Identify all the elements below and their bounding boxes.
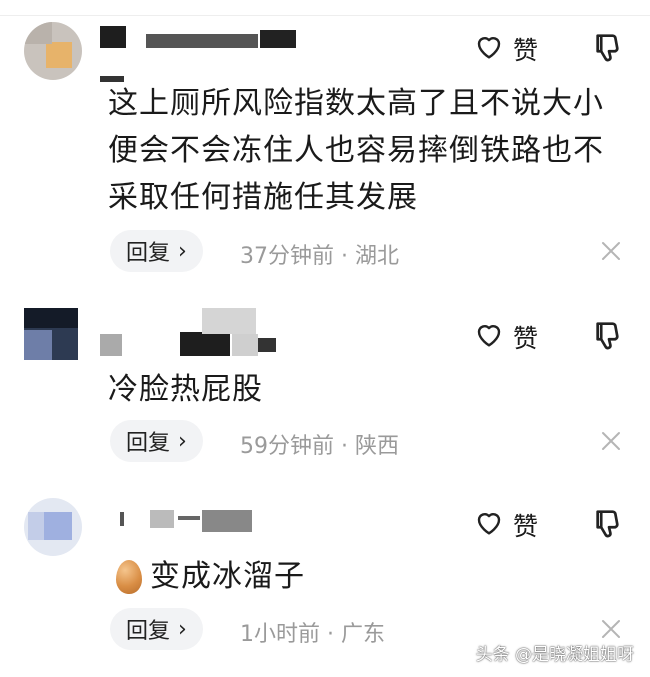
close-icon [600, 242, 622, 266]
heart-outline-icon [473, 318, 505, 356]
comment-text: 变成冰溜子 [150, 559, 305, 594]
timestamp: 59分钟前 [240, 434, 334, 459]
username-blurred[interactable] [110, 506, 270, 536]
chevron-right-icon: › [178, 428, 187, 454]
reply-label: 回复 [126, 241, 171, 266]
meta-separator: · [341, 434, 348, 459]
reply-label: 回复 [126, 619, 171, 644]
chevron-right-icon: › [178, 238, 187, 264]
dismiss-button[interactable] [600, 240, 622, 262]
avatar[interactable] [24, 308, 78, 360]
like-button[interactable]: 赞 [473, 30, 538, 68]
meta-separator: · [341, 244, 348, 269]
timestamp: 1小时前 [240, 622, 320, 647]
location: 广东 [341, 622, 386, 647]
username-blurred[interactable] [100, 26, 300, 82]
comment-item: 赞 这上厕所风险指数太高了且不说大小便会不会冻住人也容易摔倒铁路也不采取任何措施… [0, 0, 650, 290]
dislike-button[interactable] [592, 318, 626, 352]
avatar[interactable] [24, 22, 82, 80]
like-button[interactable]: 赞 [473, 506, 538, 544]
username-blurred[interactable] [100, 308, 290, 360]
like-label: 赞 [512, 36, 538, 65]
dismiss-button[interactable] [600, 618, 622, 640]
comment-text: 这上厕所风险指数太高了且不说大小便会不会冻住人也容易摔倒铁路也不采取任何措施任其… [108, 86, 604, 215]
watermark: 头条 @是晓凝姐姐呀 [475, 645, 634, 665]
like-button[interactable]: 赞 [473, 318, 538, 356]
heart-outline-icon [473, 30, 505, 68]
location: 陕西 [355, 434, 400, 459]
timestamp: 37分钟前 [240, 244, 334, 269]
like-label: 赞 [512, 324, 538, 353]
dislike-button[interactable] [592, 30, 626, 64]
chevron-right-icon: › [178, 616, 187, 642]
thumbs-down-icon [592, 322, 626, 356]
reply-button[interactable]: 回复 › [110, 420, 203, 462]
location: 湖北 [355, 244, 400, 269]
close-icon [600, 432, 622, 456]
like-label: 赞 [512, 512, 538, 541]
heart-outline-icon [473, 506, 505, 544]
reply-button[interactable]: 回复 › [110, 608, 203, 650]
reply-label: 回复 [126, 431, 171, 456]
comment-meta: 37分钟前 · 湖北 [240, 238, 399, 270]
comment-meta: 1小时前 · 广东 [240, 616, 385, 648]
dismiss-button[interactable] [600, 430, 622, 452]
dislike-button[interactable] [592, 506, 626, 540]
egg-emoji-icon [116, 560, 142, 594]
comment-text: 冷脸热屁股 [108, 372, 263, 407]
reply-button[interactable]: 回复 › [110, 230, 203, 272]
comment-item: 赞 冷脸热屁股 回复 › 59分钟前 · 陕西 [0, 290, 650, 480]
comment-meta: 59分钟前 · 陕西 [240, 428, 399, 460]
avatar[interactable] [24, 498, 82, 556]
thumbs-down-icon [592, 510, 626, 544]
meta-separator: · [327, 622, 334, 647]
thumbs-down-icon [592, 34, 626, 68]
